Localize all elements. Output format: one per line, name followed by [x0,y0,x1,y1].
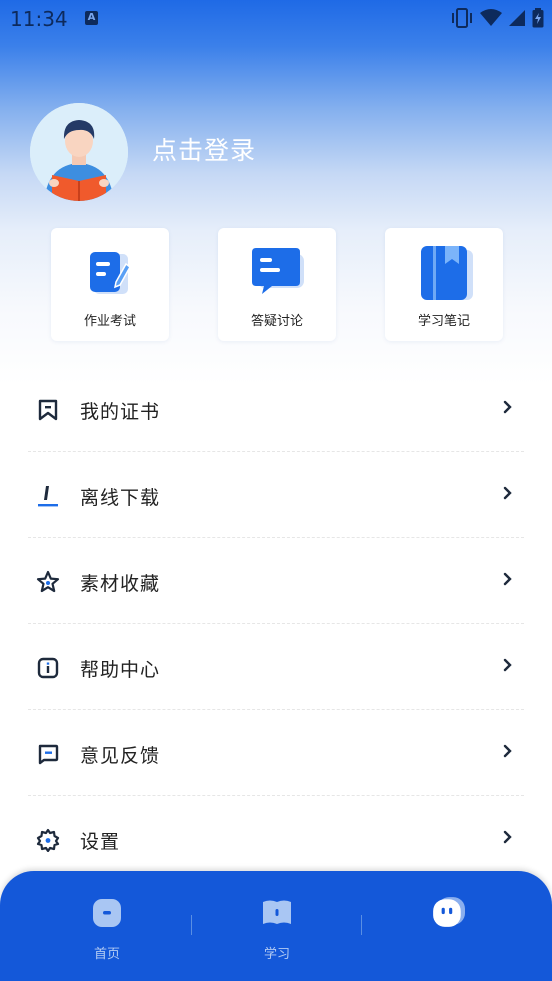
notification-icon: A [85,11,98,25]
menu-item-settings[interactable]: 设置 [28,796,524,882]
chat-discussion-icon [252,248,304,294]
bookmark-icon [38,399,58,421]
homework-exam-card[interactable]: 作业考试 [51,228,169,341]
homework-exam-icon [90,252,131,294]
tab-separator [191,915,192,935]
chat-discussion-card[interactable]: 答疑讨论 [218,228,336,341]
tab-separator [361,915,362,935]
chevron-right-icon [503,830,512,844]
home-icon [93,899,121,927]
chevron-right-icon [503,486,512,500]
gear-icon [36,828,60,852]
book-icon [263,900,291,924]
info-icon [37,657,59,679]
menu-label: 设置 [80,831,121,853]
tab-mine[interactable] [387,871,507,981]
signal-icon [509,10,525,26]
menu-item-certificates[interactable]: 我的证书 [28,366,524,452]
status-bar: 11:34 A [0,0,552,38]
avatar[interactable] [30,103,128,201]
battery-icon [532,8,544,28]
status-time: 11:34 [10,7,68,31]
menu-item-feedback[interactable]: 意见反馈 [28,710,524,796]
notebook-card[interactable]: 学习笔记 [385,228,503,341]
menu-label: 帮助中心 [80,659,161,681]
vibrate-icon [452,8,472,28]
status-icons [450,8,544,28]
tab-home[interactable]: 首页 [47,871,167,981]
tab-study[interactable]: 学习 [217,871,337,981]
chevron-right-icon [503,744,512,758]
menu-item-help[interactable]: 帮助中心 [28,624,524,710]
notebook-label: 学习笔记 [417,314,470,329]
chevron-right-icon [503,658,512,672]
menu-label: 离线下载 [80,487,161,509]
tab-label: 学习 [263,947,290,962]
mascot-icon [433,897,465,927]
menu-item-offline-download[interactable]: 离线下载 [28,452,524,538]
menu-item-favorites[interactable]: 素材收藏 [28,538,524,624]
chat-discussion-label: 答疑讨论 [250,314,303,329]
homework-exam-label: 作业考试 [83,314,136,329]
tab-label: 首页 [93,947,120,962]
menu-label: 我的证书 [80,401,161,423]
reading-person-icon [30,103,128,201]
chevron-right-icon [503,572,512,586]
star-icon [36,570,60,593]
menu-label: 意见反馈 [80,745,161,767]
wifi-icon [480,9,502,26]
bottom-tab-bar: 首页 学习 [0,871,552,981]
download-icon [38,486,58,507]
chevron-right-icon [503,400,512,414]
login-link[interactable]: 点击登录 [152,131,256,167]
menu-label: 素材收藏 [80,573,161,595]
notebook-icon [421,246,473,300]
feedback-icon [38,744,59,765]
